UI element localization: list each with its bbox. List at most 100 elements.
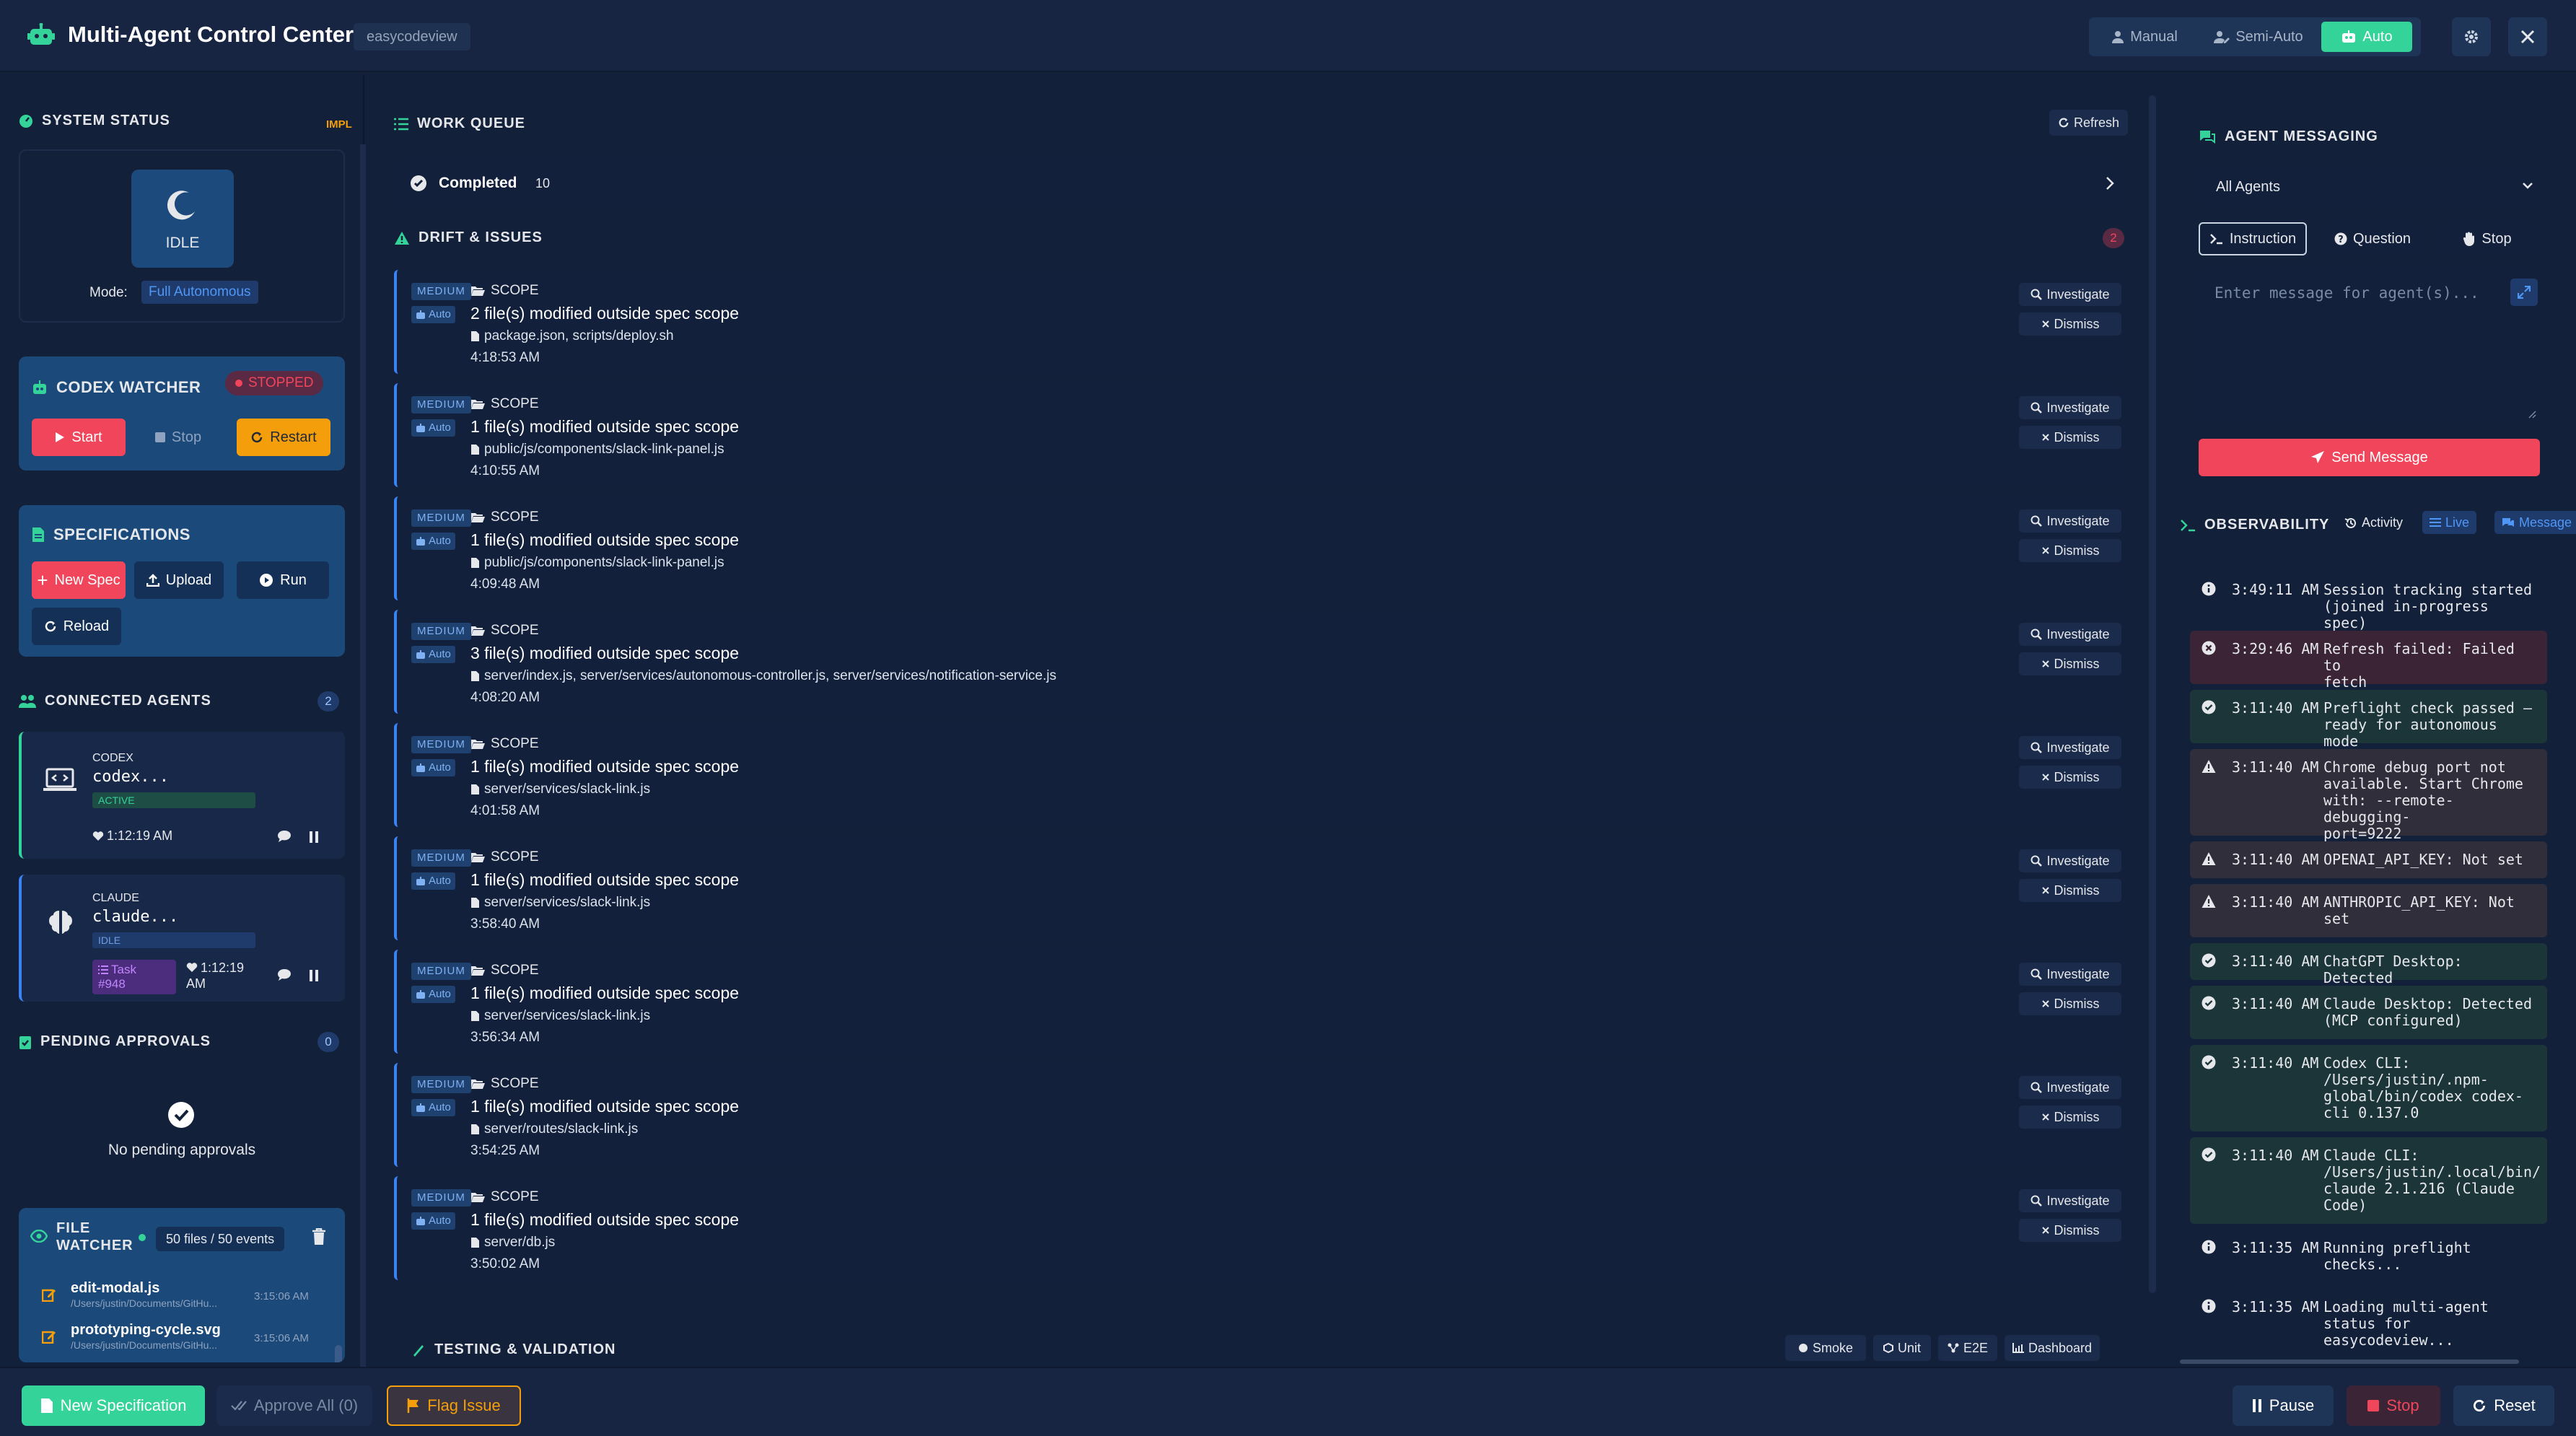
issue-card: MEDIUM Auto SCOPE 2 file(s) modified outsid… <box>394 270 2124 374</box>
issue-files: server/routes/slack-link.js <box>470 1121 638 1137</box>
log-icon <box>2202 996 2216 1010</box>
terminal-icon <box>2181 519 2195 531</box>
investigate-button[interactable]: Investigate <box>2019 509 2121 533</box>
trash-icon <box>312 1228 325 1245</box>
dismiss-button[interactable]: Dismiss <box>2019 879 2121 902</box>
flag-icon <box>408 1398 419 1413</box>
reload-label: Reload <box>63 618 110 634</box>
new-specification-button[interactable]: New Specification <box>22 1385 205 1426</box>
dismiss-button[interactable]: Dismiss <box>2019 426 2121 449</box>
issue-category: SCOPE <box>470 396 539 412</box>
run-button[interactable]: Run <box>237 561 329 599</box>
pause-button[interactable]: Pause <box>2233 1385 2334 1426</box>
mode-manual-button[interactable]: Manual <box>2093 22 2196 52</box>
message-input[interactable]: Enter message for agent(s)... <box>2199 268 2540 423</box>
reload-button[interactable]: Reload <box>32 608 121 645</box>
agent-target-select[interactable]: All Agents <box>2199 166 2540 206</box>
pause-agent-button[interactable] <box>309 831 319 843</box>
log-message: Loading multi-agent status for easycodevie… <box>2323 1299 2538 1349</box>
log-line: Loading multi-agent <box>2323 1298 2489 1315</box>
file-list-scrollbar[interactable] <box>335 1345 342 1362</box>
file-time: 3:15:06 AM <box>254 1290 309 1303</box>
work-queue-title-text: WORK QUEUE <box>417 115 525 131</box>
watcher-restart-button[interactable]: Restart <box>237 419 330 456</box>
completed-row[interactable]: Completed 10 <box>394 159 2124 208</box>
dismiss-button[interactable]: Dismiss <box>2019 1219 2121 1242</box>
log-time: 3:11:40 AM <box>2232 758 2319 776</box>
investigate-button[interactable]: Investigate <box>2019 1076 2121 1099</box>
dismiss-button[interactable]: Dismiss <box>2019 992 2121 1015</box>
investigate-button[interactable]: Investigate <box>2019 396 2121 419</box>
investigate-button[interactable]: Investigate <box>2019 963 2121 986</box>
investigate-button[interactable]: Investigate <box>2019 1189 2121 1212</box>
investigate-button[interactable]: Investigate <box>2019 736 2121 759</box>
log-message: Running preflight checks... <box>2323 1240 2538 1273</box>
investigate-label: Investigate <box>2046 286 2110 302</box>
auto-badge: Auto <box>411 1212 455 1230</box>
tab-activity[interactable]: Activity <box>2344 515 2403 530</box>
unit-test-button[interactable]: Unit <box>1873 1335 1931 1361</box>
investigate-button[interactable]: Investigate <box>2019 623 2121 646</box>
refresh-icon <box>2474 1399 2486 1412</box>
upload-button[interactable]: Upload <box>134 561 224 599</box>
pause-agent-button[interactable] <box>309 970 319 981</box>
tab-stop[interactable]: Stop <box>2434 222 2541 255</box>
dismiss-button[interactable]: Dismiss <box>2019 539 2121 562</box>
stop-button[interactable]: Stop <box>2347 1385 2440 1426</box>
dismiss-button[interactable]: Dismiss <box>2019 652 2121 675</box>
agent-heartbeat: 1:12:19 AM <box>92 828 172 844</box>
close-icon <box>2041 320 2049 328</box>
tab-instruction[interactable]: Instruction <box>2199 222 2307 255</box>
tab-question[interactable]: ? Question <box>2318 222 2427 255</box>
refresh-icon <box>45 621 56 632</box>
log-message: Claude CLI:/Users/justin/.local/bin/clau… <box>2323 1147 2541 1214</box>
log-entry-info: 3:49:11 AM Session tracking started (joine… <box>2190 572 2547 631</box>
tab-live-label: Live <box>2445 515 2470 530</box>
stop-label: Stop <box>171 429 202 445</box>
drift-issues-title-text: DRIFT & ISSUES <box>419 229 543 245</box>
resize-handle-icon[interactable] <box>2528 410 2536 419</box>
robot-icon <box>416 990 425 999</box>
tab-live[interactable]: Live <box>2422 511 2477 534</box>
watcher-stop-button[interactable]: Stop <box>139 419 218 456</box>
message-agent-button[interactable] <box>277 830 292 843</box>
issue-files: package.json, scripts/deploy.sh <box>470 328 674 344</box>
mode-auto-button[interactable]: Auto <box>2321 22 2412 52</box>
tab-message[interactable]: Message <box>2494 511 2576 534</box>
smoke-test-button[interactable]: Smoke <box>1785 1335 1866 1361</box>
refresh-queue-button[interactable]: Refresh <box>2049 110 2129 136</box>
dismiss-button[interactable]: Dismiss <box>2019 1106 2121 1129</box>
close-button[interactable] <box>2508 17 2547 56</box>
dismiss-button[interactable]: Dismiss <box>2019 312 2121 336</box>
e2e-test-button[interactable]: E2E <box>1938 1335 1997 1361</box>
file-item[interactable]: prototyping-cycle.svg /Users/justin/Docu… <box>19 1313 333 1357</box>
auto-label: Auto <box>429 875 451 887</box>
log-scrollbar[interactable] <box>2180 1360 2519 1364</box>
expand-input-button[interactable] <box>2510 279 2538 306</box>
dashboard-button[interactable]: Dashboard <box>2005 1335 2100 1361</box>
reset-button[interactable]: Reset <box>2453 1385 2554 1426</box>
mode-semi-auto-button[interactable]: Semi-Auto <box>2197 22 2320 52</box>
file-item[interactable]: edit-modal.js /Users/justin/Documents/Gi… <box>19 1270 333 1313</box>
heartbeat-time: 1:12:19 AM <box>107 828 173 843</box>
expand-icon <box>2518 286 2531 299</box>
send-message-button[interactable]: Send Message <box>2199 439 2540 476</box>
watcher-start-button[interactable]: Start <box>32 419 126 456</box>
investigate-button[interactable]: Investigate <box>2019 283 2121 306</box>
settings-button[interactable] <box>2452 17 2491 56</box>
dismiss-button[interactable]: Dismiss <box>2019 766 2121 789</box>
mode-auto-label: Auto <box>2362 28 2393 45</box>
new-spec-button[interactable]: + New Spec <box>32 561 126 599</box>
issue-message: 1 file(s) modified outside spec scope <box>470 417 740 436</box>
log-entry-success: 3:11:40 AM Codex CLI:/Users/justin/.npm-g… <box>2190 1045 2547 1131</box>
approve-all-button[interactable]: Approve All (0) <box>216 1385 372 1426</box>
clear-files-button[interactable] <box>312 1228 326 1245</box>
agent-task-badge[interactable]: Task #948 <box>92 960 176 994</box>
flag-issue-button[interactable]: Flag Issue <box>387 1385 521 1426</box>
message-agent-button[interactable] <box>277 968 292 981</box>
agent-card-codex[interactable]: CODEX codex... ACTIVE 1:12:19 AM <box>19 732 345 859</box>
agent-card-claude[interactable]: CLAUDE claude... IDLE Task #948 1:12:19 … <box>19 875 345 1002</box>
chat-icon <box>2200 130 2215 144</box>
investigate-button[interactable]: Investigate <box>2019 849 2121 872</box>
queue-scroll-track[interactable] <box>2149 95 2156 1293</box>
